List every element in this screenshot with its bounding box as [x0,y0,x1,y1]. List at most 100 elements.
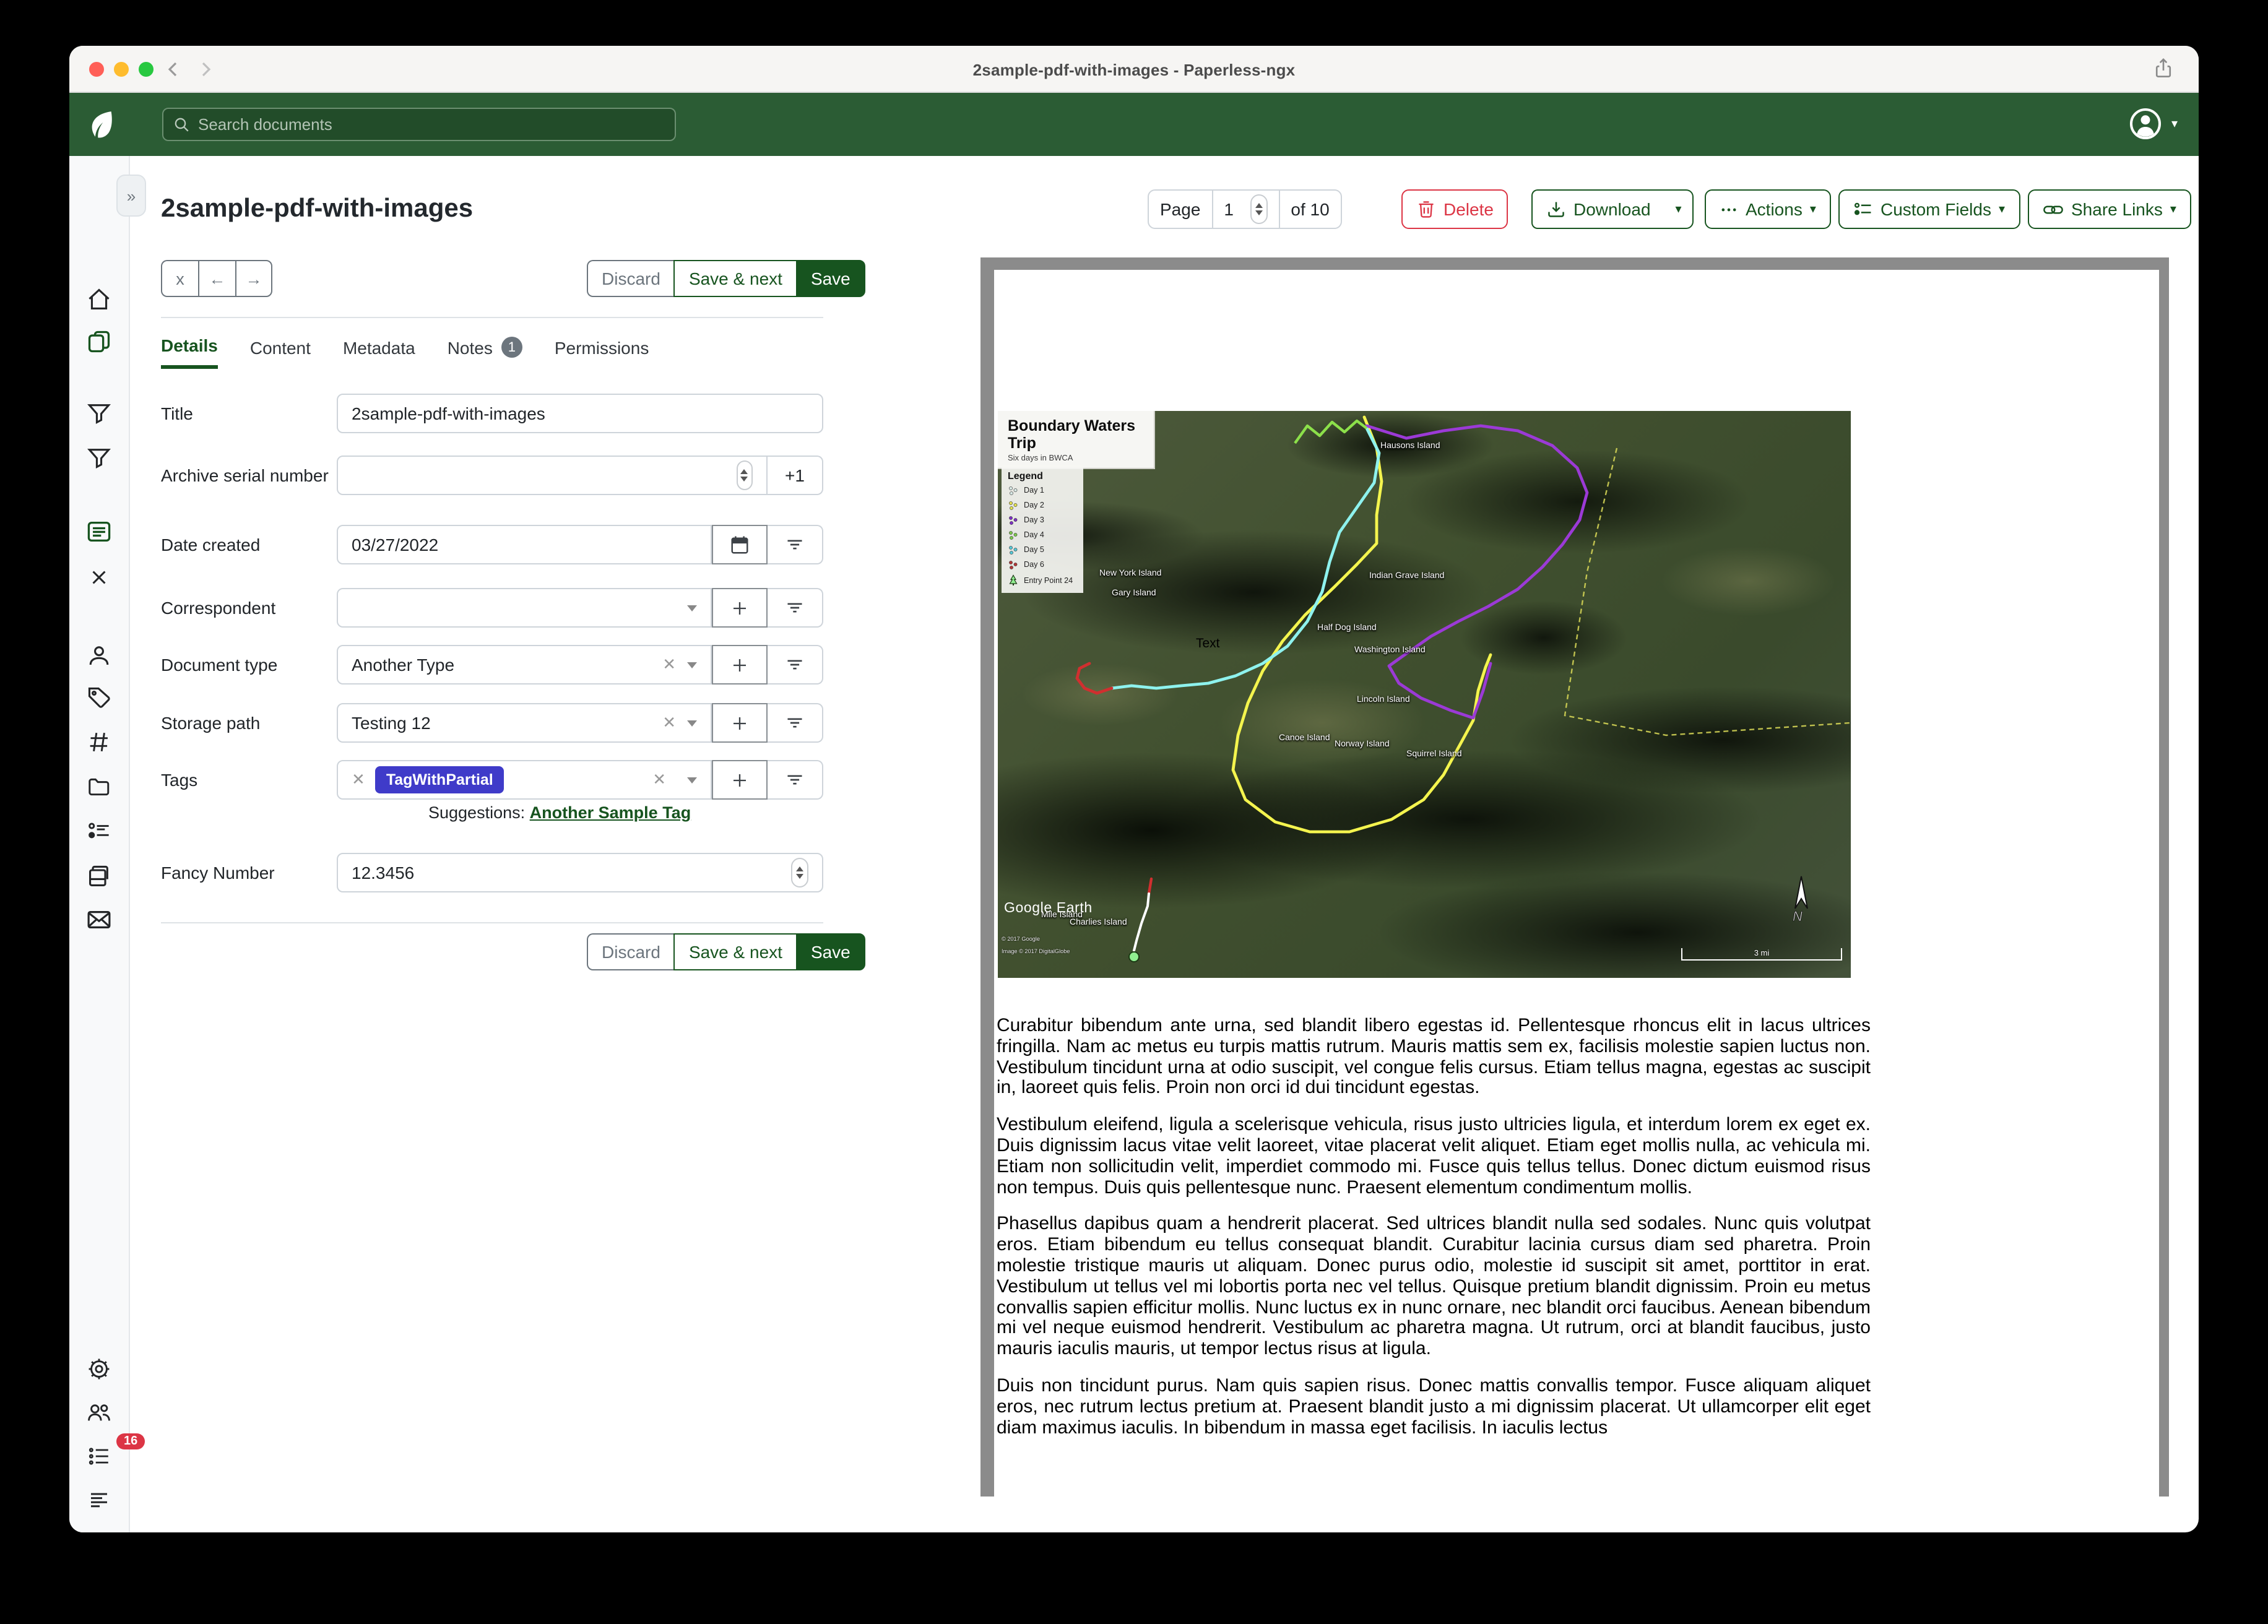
sidebar-workflows-icon[interactable] [87,864,111,889]
avatar-icon [2128,106,2163,141]
save-next-button-bottom[interactable]: Save & next [674,933,796,970]
sidebar-saved-view-icon[interactable] [87,401,111,426]
tab-metadata[interactable]: Metadata [343,335,415,369]
sidebar-mail-icon[interactable] [86,909,112,931]
pdf-viewer[interactable]: Boundary Waters Trip Six days in BWCA Le… [980,257,2169,1497]
sidebar-custom-fields-icon[interactable] [87,819,111,843]
actions-button[interactable]: Actions▾ [1705,189,1831,229]
asn-input[interactable] [352,465,736,485]
asn-plus-one-button[interactable]: +1 [768,456,823,495]
sidebar-open-document-icon[interactable] [86,520,112,543]
close-document-button[interactable]: x [161,260,198,297]
map-island-label: Gary Island [1112,589,1156,598]
sidebar-correspondents-icon[interactable] [87,644,111,668]
fancy-number-input[interactable] [352,863,792,883]
sidebar-users-groups-icon[interactable] [86,1400,112,1425]
save-next-button[interactable]: Save & next [674,260,796,297]
sidebar-documents-icon[interactable] [86,329,112,354]
add-correspondent-button[interactable] [712,588,768,628]
legend-item: Day 5 [1008,545,1077,556]
storage-path-caret-icon[interactable] [687,720,697,726]
map-image: Boundary Waters Trip Six days in BWCA Le… [998,411,1851,978]
save-group-top: Discard Save & next Save [587,260,865,297]
filter-by-storage-path-button[interactable] [768,703,823,743]
page-number-input[interactable] [1224,199,1244,219]
discard-button[interactable]: Discard [587,260,674,297]
next-document-button[interactable]: → [235,260,272,297]
sidebar-saved-view-icon-2[interactable] [87,446,111,470]
download-button[interactable]: Download [1531,189,1664,229]
sidebar-document-types-icon[interactable] [87,730,111,754]
macos-titlebar: 2sample-pdf-with-images - Paperless-ngx [69,46,2199,93]
search-bar [162,108,676,141]
search-icon [173,116,189,132]
pdf-page: Boundary Waters Trip Six days in BWCA Le… [994,270,2159,1497]
add-document-type-button[interactable] [712,645,768,685]
add-storage-path-button[interactable] [712,703,768,743]
sidebar-dashboard-icon[interactable] [87,287,111,312]
title-input[interactable] [352,404,808,423]
paperless-logo-icon[interactable] [87,109,116,141]
fancy-number-stepper[interactable] [792,858,808,888]
tab-content[interactable]: Content [250,335,311,369]
tags-caret-icon[interactable] [687,777,697,783]
sidebar-tasks-icon[interactable]: 16 [87,1445,111,1468]
correspondent-label: Correspondent [161,588,337,628]
filter-by-document-type-button[interactable] [768,645,823,685]
filter-by-correspondent-button[interactable] [768,588,823,628]
remove-tag-icon[interactable]: ✕ [352,770,365,790]
asn-stepper[interactable] [736,460,753,490]
legend-item: Day 3 [1008,515,1077,526]
filter-by-tag-button[interactable] [768,760,823,800]
tab-details[interactable]: Details [161,335,218,369]
date-created-input[interactable] [352,535,697,555]
tag-pill[interactable]: TagWithPartial [375,766,504,793]
field-row-fancy-number: Fancy Number [161,853,823,892]
user-menu[interactable]: ▾ [2128,106,2178,141]
sidebar-close-document-icon[interactable] [89,567,110,588]
correspondent-caret-icon[interactable] [687,605,697,611]
search-input[interactable] [198,115,665,134]
map-scale-bar: 3 mi [1681,948,1842,961]
page-label: Page [1149,191,1211,228]
divider [161,922,823,923]
save-button-bottom[interactable]: Save [796,933,865,970]
map-island-label: New York Island [1099,569,1161,578]
share-links-button-wrap: Share Links▾ [2028,189,2191,229]
share-links-button[interactable]: Share Links▾ [2028,189,2191,229]
clear-document-type-icon[interactable]: ✕ [662,655,676,675]
suggested-tag-link[interactable]: Another Sample Tag [530,803,691,822]
storage-path-select[interactable]: Testing 12 ✕ [337,703,712,743]
page-navigation-widget: Page of 10 [1148,189,1342,229]
map-island-label: Canoe Island [1279,734,1330,743]
add-tag-button[interactable] [712,760,768,800]
sidebar-logs-icon[interactable] [87,1489,111,1511]
storage-path-label: Storage path [161,703,337,743]
clear-tags-icon[interactable]: ✕ [652,770,666,790]
share-icon[interactable] [2153,58,2174,79]
sidebar-storage-paths-icon[interactable] [87,775,111,798]
clear-storage-path-icon[interactable]: ✕ [662,713,676,733]
sidebar-settings-icon[interactable] [87,1357,111,1381]
filter-by-date-button[interactable] [768,525,823,564]
delete-button[interactable]: Delete [1401,189,1508,229]
custom-fields-button[interactable]: Custom Fields▾ [1838,189,2020,229]
tags-select[interactable]: ✕ TagWithPartial ✕ [337,760,712,800]
calendar-button[interactable] [712,525,768,564]
download-options-caret[interactable]: ▾ [1664,189,1694,229]
document-type-caret-icon[interactable] [687,662,697,668]
svg-text:N: N [1793,909,1803,923]
document-type-select[interactable]: Another Type ✕ [337,645,712,685]
previous-document-button[interactable]: ← [198,260,235,297]
screen: 2sample-pdf-with-images - Paperless-ngx [0,0,2268,1624]
map-island-label: Hausons Island [1380,442,1440,451]
sidebar-tags-icon[interactable] [87,686,111,710]
sidebar-expand-button[interactable]: » [116,175,146,217]
page-stepper[interactable] [1250,194,1267,224]
tab-notes[interactable]: Notes 1 [448,335,522,369]
correspondent-select[interactable] [337,588,712,628]
map-legend: Legend Day 1Day 2Day 3Day 4Day 5Day 6 En… [1002,465,1083,593]
tab-permissions[interactable]: Permissions [555,335,649,369]
save-button[interactable]: Save [796,260,865,297]
discard-button-bottom[interactable]: Discard [587,933,674,970]
